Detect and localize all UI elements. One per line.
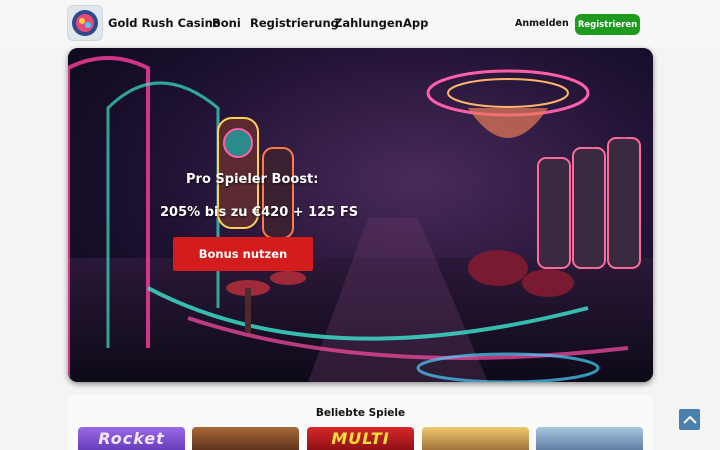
register-button[interactable]: Registrieren [575, 14, 640, 35]
bonus-cta-button[interactable]: Bonus nutzen [173, 237, 313, 271]
game-tile[interactable] [192, 427, 299, 450]
nav-boni[interactable]: Boni [212, 16, 241, 30]
popular-games-section: Beliebte Spiele Rocket MULTI [68, 395, 653, 450]
game-tile[interactable] [422, 427, 529, 450]
game-tile[interactable]: Rocket [78, 427, 185, 450]
site-header: Gold Rush Casino Boni Registrierung Zahl… [0, 0, 720, 48]
nav-app[interactable]: App [403, 16, 428, 30]
casino-logo-icon[interactable] [67, 5, 103, 41]
section-title: Beliebte Spiele [315, 407, 406, 419]
hero-banner: Pro Spieler Boost: 205% bis zu €420 + 12… [68, 48, 653, 382]
game-tile[interactable] [536, 427, 643, 450]
nav-registrierung[interactable]: Registrierung [250, 16, 339, 30]
promo-headline: Pro Spieler Boost: [186, 172, 319, 187]
game-tile-label: MULTI [331, 429, 390, 448]
scroll-to-top-button[interactable] [679, 409, 700, 430]
nav-zahlungen[interactable]: Zahlungen [334, 16, 403, 30]
game-tile-label: Rocket [98, 429, 165, 448]
game-tile[interactable]: MULTI [307, 427, 414, 450]
brand-name[interactable]: Gold Rush Casino [108, 16, 221, 30]
promo-offer: 205% bis zu €420 + 125 FS [160, 205, 359, 220]
hero-background [68, 48, 653, 382]
chevron-up-icon [682, 415, 697, 424]
login-link[interactable]: Anmelden [515, 18, 569, 29]
